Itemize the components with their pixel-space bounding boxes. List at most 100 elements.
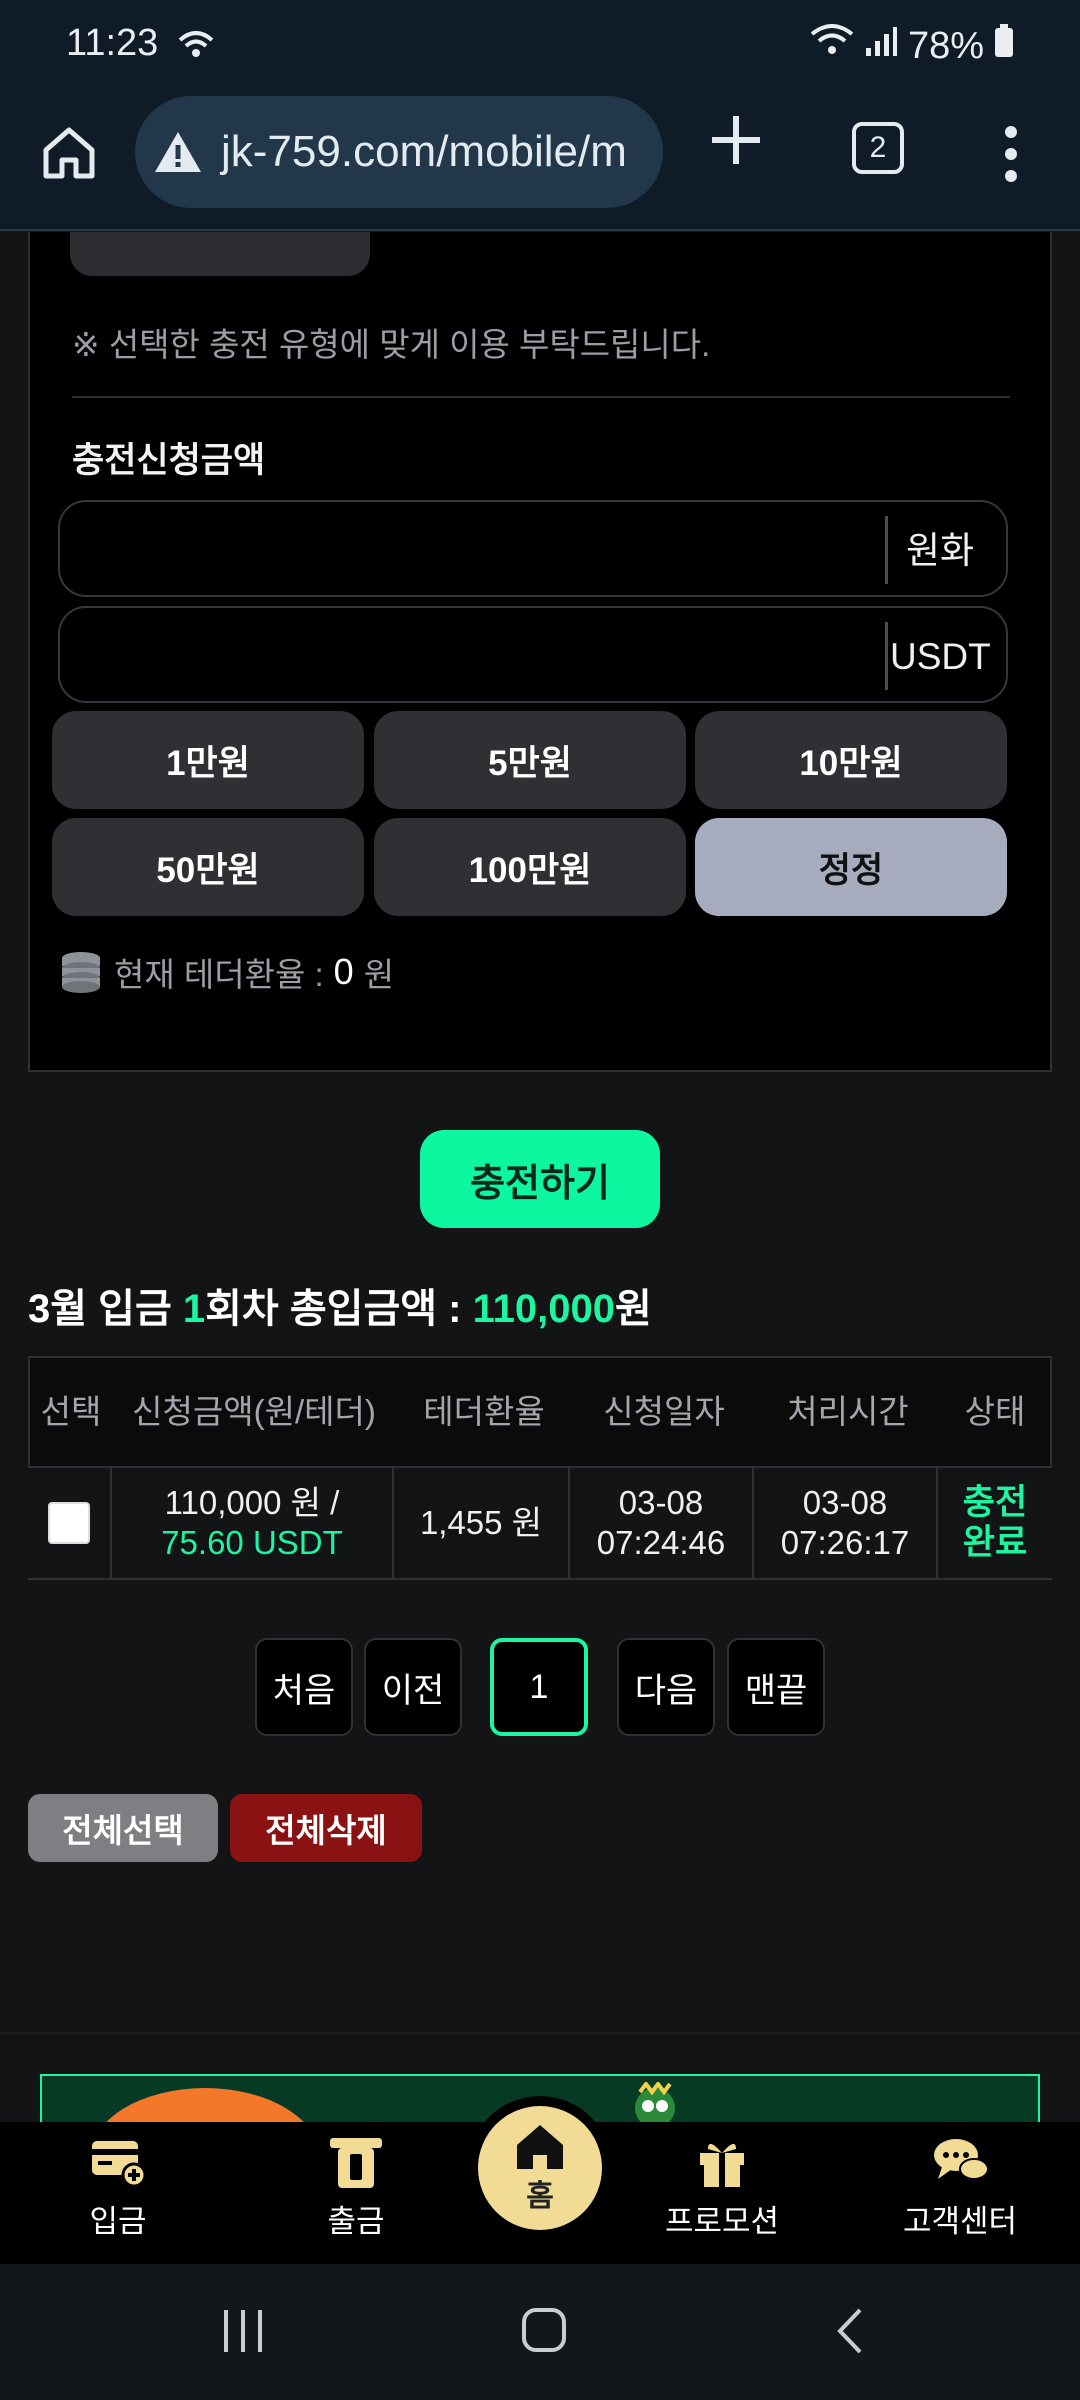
nav-support[interactable]: 고객센터 [860,2134,1060,2254]
deposit-notice: ※ 선택한 충전 유형에 맞게 이용 부탁드립니다. [72,326,711,363]
field-separator [885,516,888,584]
monthly-deposit-summary: 3월 입금 1회차 총입금액 : 110,000원 [28,1276,652,1334]
nav-deposit-label: 입금 [89,2204,147,2239]
battery-icon [994,24,1014,68]
deposit-card-icon [88,2134,148,2190]
request-date-cell: 03-08 07:24:46 [570,1468,754,1578]
select-cell [28,1468,112,1578]
field-separator [885,622,888,690]
nav-home-button[interactable]: 홈 [478,2106,602,2230]
delete-all-button[interactable]: 전체삭제 [230,1794,422,1862]
home-icon [43,127,95,179]
nav-home-label: 홈 [526,2180,554,2213]
new-tab-button[interactable] [705,112,767,174]
chat-bubbles-icon [930,2134,990,2190]
amount-usdt: 75.60 USDT [161,1524,343,1561]
coins-icon [62,952,100,993]
recents-button[interactable] [220,2308,266,2359]
signal-icon [864,24,898,68]
withdraw-atm-icon [326,2134,386,2190]
status-badge-line1: 충전 [962,1483,1028,1522]
status-bar: 11:23 78% [0,0,1080,86]
usdt-amount-input[interactable] [80,624,900,686]
process-time: 07:26:17 [780,1524,910,1561]
wifi-call-icon [176,24,216,69]
amount-krw: 110,000 원 / [164,1484,340,1521]
summary-prefix: 3월 입금 [28,1287,183,1331]
page-current-button[interactable]: 1 [490,1638,588,1736]
footer-divider [0,2032,1080,2034]
page-last-button[interactable]: 맨끝 [727,1638,825,1736]
amount-1m-button[interactable]: 100만원 [374,818,686,916]
nav-promotion-label: 프로모션 [664,2204,780,2239]
page-first-button[interactable]: 처음 [255,1638,353,1736]
banner-ball-image [90,2088,320,2122]
page-next-button[interactable]: 다음 [617,1638,715,1736]
krw-unit-label: 원화 [905,530,975,571]
table-header: 선택 신청금액(원/테더) 테더환율 신청일자 처리시간 상태 [28,1356,1052,1468]
gift-icon [692,2134,752,2190]
header-rate: 테더환율 [423,1393,545,1430]
more-vert-icon [1005,126,1017,182]
process-time-cell: 03-08 07:26:17 [754,1468,938,1578]
tab-switcher-button[interactable]: 2 [852,122,904,174]
krw-amount-field: 원화 [58,500,1008,597]
amount-50k-button[interactable]: 5만원 [374,711,686,809]
summary-total: 110,000 [472,1287,615,1331]
plus-icon [712,116,760,164]
nav-withdraw[interactable]: 출금 [256,2134,456,2254]
browser-home-button[interactable] [38,122,100,184]
amount-10k-button[interactable]: 1만원 [52,711,364,809]
system-home-button[interactable] [520,2306,568,2359]
wifi-icon [810,22,854,70]
amount-label: 충전신청금액 [72,441,266,480]
header-process-time: 처리시간 [787,1393,909,1430]
charge-submit-button[interactable]: 충전하기 [420,1130,660,1228]
request-time: 07:24:46 [596,1524,726,1561]
back-chevron-icon [837,2308,862,2354]
recents-icon [224,2310,262,2352]
system-home-icon [522,2308,566,2352]
rate-label: 현재 테더환율 : [114,956,324,993]
amount-cell: 110,000 원 / 75.60 USDT [112,1468,394,1578]
browser-toolbar: jk-759.com/mobile/m 2 [0,86,1080,231]
request-date: 03-08 [618,1484,704,1521]
table-row: 110,000 원 / 75.60 USDT 1,455 원 03-08 07:… [28,1468,1052,1580]
process-date: 03-08 [802,1484,888,1521]
page-prev-button[interactable]: 이전 [364,1638,462,1736]
mascot-icon [628,2080,682,2122]
nav-deposit[interactable]: 입금 [18,2134,218,2254]
summary-suffix: 원 [614,1287,652,1331]
nav-promotion[interactable]: 프로모션 [622,2134,822,2254]
nav-support-label: 고객센터 [902,2204,1018,2239]
status-badge-line2: 완료 [962,1523,1028,1562]
usdt-unit-label: USDT [890,636,991,677]
usdt-amount-field: USDT [58,606,1008,703]
amount-100k-button[interactable]: 10만원 [695,711,1007,809]
nav-withdraw-label: 출금 [327,2204,385,2239]
summary-middle: 회차 총입금액 : [205,1287,473,1331]
scrolled-off-button[interactable] [70,232,370,276]
header-select: 선택 [40,1393,102,1430]
select-all-button[interactable]: 전체선택 [28,1794,218,1862]
reset-amount-button[interactable]: 정정 [695,818,1007,916]
status-time: 11:23 [66,22,159,64]
krw-amount-input[interactable] [80,518,900,580]
status-indicators: 78% [810,22,1014,70]
rate-cell: 1,455 원 [394,1468,570,1578]
address-bar[interactable]: jk-759.com/mobile/m [135,96,663,208]
back-button[interactable] [830,2306,870,2361]
row-checkbox[interactable] [48,1502,90,1544]
status-cell: 충전 완료 [938,1468,1052,1578]
browser-menu-button[interactable] [996,124,1026,184]
exchange-rate-line: 현재 테더환율 : 0 원 [58,948,394,996]
rate-value-cell: 1,455 원 [419,1504,543,1541]
header-request-date: 신청일자 [603,1393,725,1430]
rate-unit: 원 [363,956,395,993]
divider [72,396,1010,398]
warning-icon [155,132,201,172]
battery-percent: 78% [907,24,984,67]
header-status: 상태 [964,1393,1026,1430]
header-amount: 신청금액(원/테더) [132,1393,376,1430]
amount-500k-button[interactable]: 50만원 [52,818,364,916]
